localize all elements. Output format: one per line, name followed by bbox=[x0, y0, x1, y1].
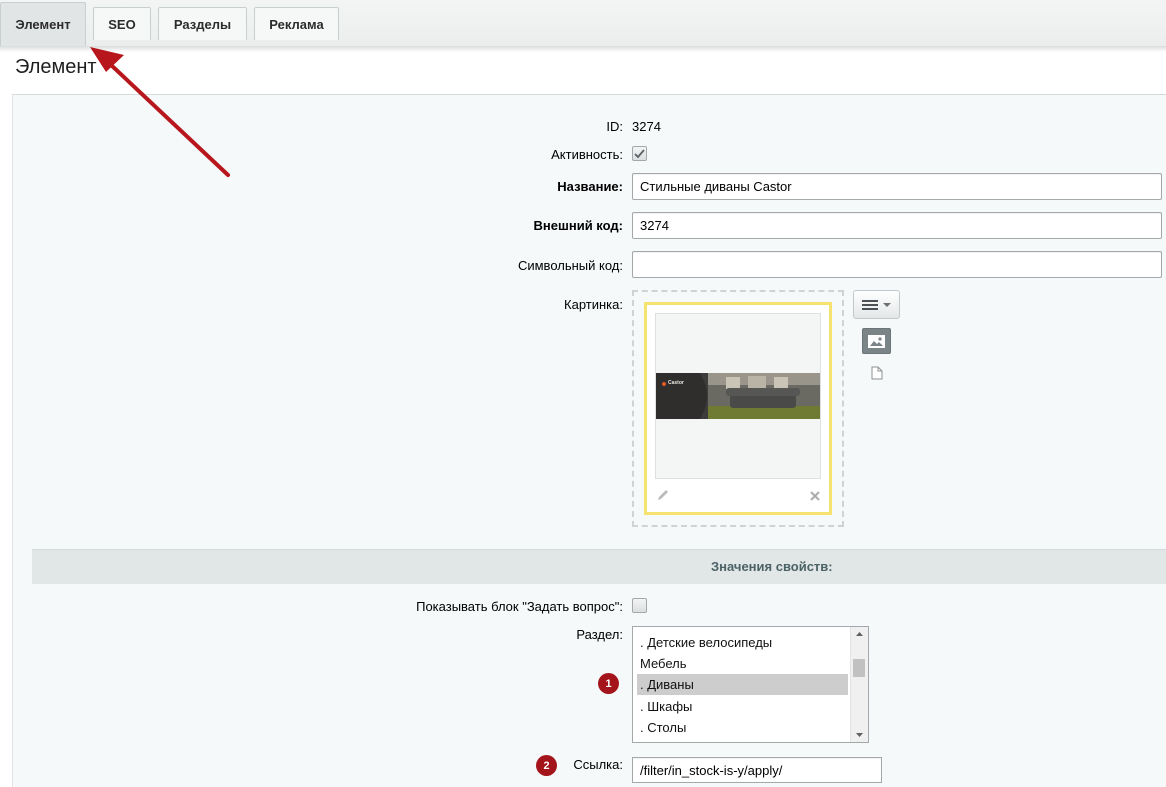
symbolic-code-label: Символьный код: bbox=[517, 258, 623, 273]
ask-question-label: Показывать блок "Задать вопрос": bbox=[416, 599, 623, 614]
picture-label: Картинка: bbox=[564, 297, 623, 312]
tab-element[interactable]: Элемент bbox=[0, 2, 86, 46]
section-option-selected[interactable]: . Диваны bbox=[637, 674, 848, 695]
chevron-down-icon bbox=[883, 302, 891, 307]
properties-header-text: Значения свойств: bbox=[711, 559, 833, 574]
checkmark-icon bbox=[634, 148, 645, 158]
tab-sections-label: Разделы bbox=[173, 16, 232, 32]
properties-header: Значения свойств: bbox=[32, 549, 1166, 584]
close-icon[interactable] bbox=[809, 490, 821, 502]
image-card[interactable]: Castor bbox=[644, 302, 832, 515]
section-option[interactable]: Мебель bbox=[637, 653, 848, 674]
scroll-up-icon[interactable] bbox=[851, 628, 868, 640]
active-checkbox[interactable] bbox=[632, 146, 647, 161]
name-input[interactable] bbox=[632, 173, 1162, 200]
link-label: Ссылка: bbox=[573, 757, 623, 772]
scroll-down-icon[interactable] bbox=[851, 729, 868, 741]
external-code-input[interactable] bbox=[632, 212, 1162, 239]
section-listbox[interactable]: . Детские велосипеды Мебель . Диваны . Ш… bbox=[632, 626, 869, 743]
ask-question-checkbox[interactable] bbox=[632, 598, 647, 613]
listbox-scrollbar[interactable] bbox=[850, 627, 868, 742]
badge-2: 2 bbox=[536, 755, 557, 776]
image-preview-frame: Castor bbox=[655, 313, 821, 479]
image-brand-text: Castor bbox=[668, 380, 684, 386]
tab-sections[interactable]: Разделы bbox=[158, 7, 247, 40]
id-value: 3274 bbox=[632, 119, 661, 134]
tab-bar: Элемент SEO Разделы Реклама bbox=[0, 0, 1166, 47]
external-code-label: Внешний код: bbox=[533, 218, 623, 233]
section-option[interactable]: . Шкафы bbox=[637, 696, 848, 717]
image-preview bbox=[656, 373, 820, 419]
tab-seo[interactable]: SEO bbox=[93, 7, 151, 40]
id-label: ID: bbox=[606, 119, 623, 134]
section-label: Раздел: bbox=[576, 627, 623, 642]
section-option[interactable]: . Детские велосипеды bbox=[637, 632, 848, 653]
section-option[interactable]: . Столы bbox=[637, 717, 848, 738]
tab-element-label: Элемент bbox=[15, 17, 71, 32]
scrollbar-thumb[interactable] bbox=[853, 659, 865, 677]
image-type-button[interactable] bbox=[862, 328, 891, 354]
file-icon[interactable] bbox=[871, 366, 883, 380]
name-label: Название: bbox=[557, 179, 623, 194]
tab-ads-label: Реклама bbox=[269, 16, 324, 32]
image-menu-button[interactable] bbox=[853, 290, 900, 319]
symbolic-code-input[interactable] bbox=[632, 251, 1162, 278]
menu-icon bbox=[862, 299, 878, 310]
page-title: Элемент bbox=[15, 56, 97, 78]
pencil-icon[interactable] bbox=[656, 488, 670, 502]
link-input[interactable] bbox=[632, 757, 882, 783]
active-label: Активность: bbox=[551, 147, 623, 162]
tab-ads[interactable]: Реклама bbox=[254, 7, 339, 40]
image-icon bbox=[868, 334, 885, 348]
tab-seo-label: SEO bbox=[108, 16, 136, 32]
tab-bar-shadow bbox=[0, 46, 1166, 52]
badge-1: 1 bbox=[598, 673, 619, 694]
